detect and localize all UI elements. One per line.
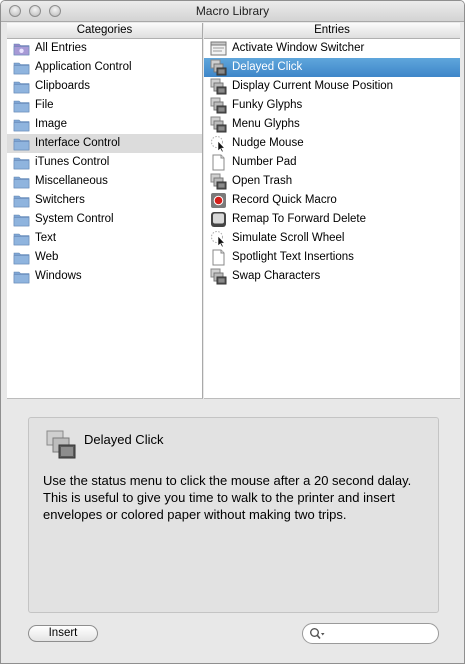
entry-label: Nudge Mouse — [232, 137, 304, 149]
category-label: Application Control — [35, 61, 132, 73]
entry-item[interactable]: Swap Characters — [204, 267, 460, 286]
entry-label: Menu Glyphs — [232, 118, 300, 130]
category-item[interactable]: Interface Control — [7, 134, 202, 153]
entry-label: Activate Window Switcher — [232, 42, 365, 54]
folder-icon — [13, 98, 30, 113]
window-icon — [210, 40, 227, 57]
keyboard-key-icon — [210, 211, 227, 228]
detail-description: Use the status menu to click the mouse a… — [43, 473, 412, 522]
entries-header[interactable]: Entries — [204, 23, 460, 39]
folder-icon — [13, 136, 30, 151]
search-input[interactable] — [329, 626, 433, 641]
category-item[interactable]: File — [7, 96, 202, 115]
category-label: Switchers — [35, 194, 85, 206]
mouse-cursor-icon — [210, 135, 227, 153]
search-field[interactable] — [302, 623, 439, 644]
category-item[interactable]: Miscellaneous — [7, 172, 202, 191]
category-item[interactable]: iTunes Control — [7, 153, 202, 172]
category-item[interactable]: Windows — [7, 267, 202, 286]
entry-item[interactable]: Delayed Click — [204, 58, 460, 77]
record-icon — [210, 192, 227, 209]
folder-icon — [13, 174, 30, 189]
category-item[interactable]: Clipboards — [7, 77, 202, 96]
stacked-windows-icon — [210, 268, 227, 285]
folder-icon — [13, 193, 30, 208]
categories-header[interactable]: Categories — [7, 23, 202, 39]
stacked-windows-icon — [210, 116, 227, 133]
document-icon — [210, 154, 227, 171]
category-label: File — [35, 99, 54, 111]
category-item[interactable]: Text — [7, 229, 202, 248]
detail-title: Delayed Click — [84, 432, 164, 447]
folder-icon — [13, 60, 30, 75]
folder-icon — [13, 250, 30, 265]
category-label: iTunes Control — [35, 156, 110, 168]
stacked-windows-icon — [210, 173, 227, 190]
entry-item[interactable]: Activate Window Switcher — [204, 39, 460, 58]
category-item[interactable]: Image — [7, 115, 202, 134]
entry-label: Swap Characters — [232, 270, 321, 282]
category-label: Image — [35, 118, 67, 130]
category-item[interactable]: All Entries — [7, 39, 202, 58]
entry-label: Display Current Mouse Position — [232, 80, 394, 92]
search-icon[interactable] — [309, 627, 325, 641]
category-label: All Entries — [35, 42, 87, 54]
category-label: Windows — [35, 270, 82, 282]
entry-item[interactable]: Spotlight Text Insertions — [204, 248, 460, 267]
category-label: Web — [35, 251, 59, 263]
category-label: Interface Control — [35, 137, 121, 149]
category-label: System Control — [35, 213, 114, 225]
category-label: Miscellaneous — [35, 175, 108, 187]
entries-pane[interactable]: Entries Activate Window Switcher Delayed … — [204, 23, 460, 399]
detail-area: Delayed Click Use the status menu to cli… — [1, 400, 464, 663]
entry-label: Delayed Click — [232, 61, 303, 73]
categories-pane[interactable]: Categories All Entries Application Contro… — [7, 23, 203, 399]
entry-item[interactable]: Number Pad — [204, 153, 460, 172]
purple-folder-icon — [13, 41, 30, 56]
folder-icon — [13, 231, 30, 246]
stacked-windows-icon — [210, 78, 227, 95]
category-item[interactable]: Switchers — [7, 191, 202, 210]
entry-item[interactable]: Record Quick Macro — [204, 191, 460, 210]
entry-label: Simulate Scroll Wheel — [232, 232, 345, 244]
category-item[interactable]: Web — [7, 248, 202, 267]
entry-label: Remap To Forward Delete — [232, 213, 367, 225]
stacked-windows-icon — [45, 429, 77, 461]
entry-item[interactable]: Display Current Mouse Position — [204, 77, 460, 96]
category-item[interactable]: System Control — [7, 210, 202, 229]
entry-label: Number Pad — [232, 156, 297, 168]
entry-item[interactable]: Remap To Forward Delete — [204, 210, 460, 229]
insert-button[interactable]: Insert — [28, 625, 98, 642]
entry-item[interactable]: Funky Glyphs — [204, 96, 460, 115]
macro-library-window: Macro Library Categories All Entries Appl… — [0, 0, 465, 664]
entry-item[interactable]: Nudge Mouse — [204, 134, 460, 153]
description-panel: Delayed Click Use the status menu to cli… — [28, 417, 439, 613]
folder-icon — [13, 117, 30, 132]
category-label: Clipboards — [35, 80, 90, 92]
entry-item[interactable]: Menu Glyphs — [204, 115, 460, 134]
entry-label: Open Trash — [232, 175, 293, 187]
stacked-windows-icon — [210, 97, 227, 114]
folder-icon — [13, 79, 30, 94]
document-icon — [210, 249, 227, 266]
entry-item[interactable]: Open Trash — [204, 172, 460, 191]
entry-label: Record Quick Macro — [232, 194, 337, 206]
entries-list: Activate Window Switcher Delayed Click Dis… — [204, 39, 460, 286]
category-item[interactable]: Application Control — [7, 58, 202, 77]
entry-label: Spotlight Text Insertions — [232, 251, 354, 263]
folder-icon — [13, 212, 30, 227]
entry-label: Funky Glyphs — [232, 99, 303, 111]
mouse-cursor-icon — [210, 230, 227, 248]
window-title: Macro Library — [195, 4, 270, 18]
title-bar[interactable]: Macro Library — [1, 1, 464, 22]
category-label: Text — [35, 232, 57, 244]
folder-icon — [13, 269, 30, 284]
folder-icon — [13, 155, 30, 170]
stacked-windows-icon — [210, 59, 227, 76]
entry-item[interactable]: Simulate Scroll Wheel — [204, 229, 460, 248]
categories-list: All Entries Application Control Clipboards… — [7, 39, 202, 286]
